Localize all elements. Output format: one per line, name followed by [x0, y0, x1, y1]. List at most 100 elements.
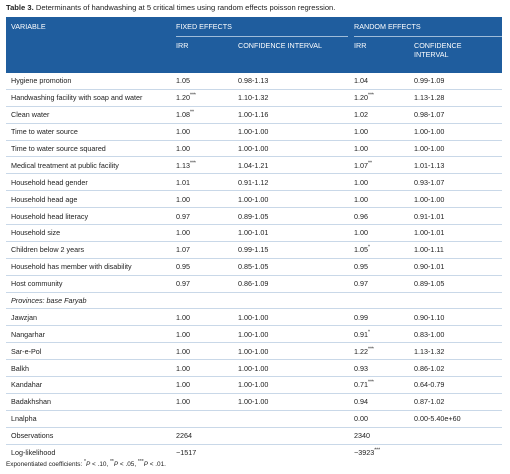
cell-fe-ci-text: 1.00-1.00 — [238, 363, 269, 373]
table-row: Provinces: base Faryab — [6, 291, 503, 309]
cell-re-irr: 1.00 — [354, 190, 415, 208]
table-row: Nangarhar 1.00 1.00-1.00 0.91* 0.83-1.00 — [6, 325, 503, 343]
cell-fe-irr-text: 0.95 — [176, 262, 190, 272]
cell-fe-irr: 2264 — [176, 426, 238, 445]
cell-re-irr: 1.00 — [354, 224, 415, 242]
cell-fe-irr: 1.00 — [176, 325, 238, 343]
cell-re-irr: 1.07** — [354, 156, 415, 174]
cell-fe-ci: 1.00-1.00 — [238, 376, 349, 394]
cell-fe-ci-text: 1.00-1.00 — [238, 346, 269, 356]
cell-fe-ci: 0.89-1.05 — [238, 207, 349, 225]
cell-variable: Household head age — [6, 190, 176, 208]
cell-variable-text: Household head literacy — [11, 211, 89, 221]
cell-re-ci-text: 1.00-1.00 — [414, 144, 445, 153]
table-row: Kandahar 1.00 1.00-1.00 0.71*** 0.64-0.79 — [6, 376, 503, 394]
cell-re-irr: 0.99 — [354, 308, 415, 326]
cell-re-irr: 0.95 — [354, 257, 415, 276]
cell-variable-text: Jawzjan — [11, 312, 37, 322]
table-footnote: Exponentiated coefficients: *P < .10, **… — [6, 459, 166, 468]
cell-fe-ci: 1.00-1.00 — [238, 308, 349, 326]
cell-variable-text: Household size — [11, 228, 61, 238]
cell-variable: Log-likelihood — [6, 443, 176, 461]
table-row: Handwashing facility with soap and water… — [6, 88, 503, 107]
cell-fe-irr — [176, 291, 238, 309]
table-row: Observations 2264 2340 — [6, 426, 503, 445]
footnote-text3: < .01. — [147, 461, 166, 468]
cell-variable: Jawzjan — [6, 308, 176, 326]
cell-fe-irr — [176, 409, 238, 428]
table-row: Sar-e-Pol 1.00 1.00-1.00 1.22*** 1.13-1.32 — [6, 342, 503, 360]
cell-variable-text: Household head gender — [11, 177, 88, 187]
table-row: Jawzjan 1.00 1.00-1.00 0.99 0.90-1.10 — [6, 308, 503, 326]
cell-re-irr-text: 1.00 — [354, 194, 369, 204]
cell-re-irr: 1.04 — [354, 73, 414, 89]
cell-re-irr-text: −3923 — [354, 448, 375, 458]
cell-fe-ci: 1.04-1.21 — [238, 156, 349, 174]
cell-variable: Time to water source — [6, 122, 176, 141]
cell-fe-irr: 1.00 — [176, 224, 238, 242]
cell-re-ci: 1.13-1.28 — [414, 88, 503, 107]
cell-re-irr: 1.05* — [354, 240, 415, 259]
cell-fe-ci-text: 1.10-1.32 — [238, 93, 269, 103]
cell-fe-ci-text: 1.00-1.16 — [238, 110, 269, 120]
cell-re-ci: 1.00-1.11 — [414, 240, 503, 259]
cell-re-ci-text: 0.99-1.09 — [414, 76, 445, 86]
cell-fe-ci: 1.00-1.00 — [238, 190, 349, 208]
cell-fe-irr-text: −1517 — [176, 448, 197, 458]
cell-variable-text: Sar-e-Pol — [11, 346, 42, 356]
cell-fe-irr-text: 1.00 — [176, 346, 190, 356]
cell-fe-irr: 1.00 — [176, 139, 238, 157]
cell-fe-ci: 1.00-1.01 — [238, 224, 349, 242]
cell-fe-irr-text: 1.08 — [176, 110, 190, 120]
table-row: Clean water 1.08** 1.00-1.16 1.02 0.98-1.07 — [6, 105, 503, 124]
cell-re-irr-text: 0.91 — [354, 329, 369, 339]
cell-fe-irr-text: 0.97 — [176, 211, 190, 221]
cell-fe-ci: 1.00-1.00 — [238, 342, 349, 360]
cell-re-ci-text: 0.90-1.01 — [414, 262, 445, 272]
cell-variable-text: Medical treatment at public facility — [11, 160, 119, 170]
cell-variable-text: Time to water source — [11, 127, 78, 137]
cell-fe-irr: 0.97 — [176, 207, 238, 225]
cell-variable: Household head literacy — [6, 207, 176, 225]
cell-re-irr: 0.96 — [354, 207, 415, 225]
cell-re-ci: 0.90-1.10 — [414, 308, 503, 326]
table-row: Lnalpha 0.00 0.00-5.40e+60 — [6, 409, 503, 428]
header-row-columns: IRR CONFIDENCE INTERVAL IRR CONFIDENCE IN… — [6, 36, 503, 73]
table-row: Household head age 1.00 1.00-1.00 1.00 1.00-… — [6, 190, 503, 208]
cell-fe-ci — [238, 409, 349, 428]
cell-fe-irr: −1517 — [176, 443, 238, 461]
cell-fe-ci-text: 0.86-1.09 — [238, 279, 269, 289]
cell-fe-ci-text: 1.00-1.00 — [238, 194, 269, 204]
header-fixed-effects: FIXED EFFECTS — [176, 17, 349, 37]
cell-re-ci-text: 1.13-1.32 — [414, 346, 445, 356]
table-row: Household head literacy 0.97 0.89-1.05 0.96… — [6, 207, 503, 225]
cell-fe-irr: 1.00 — [176, 359, 238, 377]
table-body: Hygiene promotion 1.05 0.98-1.13 1.04 0.99-1… — [6, 73, 503, 461]
cell-fe-ci: 0.99-1.15 — [238, 240, 349, 259]
table-row: Children below 2 years 1.07 0.99-1.15 1.05*… — [6, 240, 503, 259]
cell-fe-irr: 1.01 — [176, 173, 238, 191]
cell-fe-ci — [238, 291, 349, 309]
cell-re-ci-text: 0.64-0.79 — [414, 380, 445, 390]
cell-fe-irr: 1.00 — [176, 392, 238, 411]
cell-re-ci: 0.93-1.07 — [414, 173, 503, 191]
cell-variable-text: Lnalpha — [11, 414, 37, 424]
cell-re-ci: 0.90-1.01 — [414, 257, 503, 276]
cell-variable-text: Log-likelihood — [11, 448, 56, 458]
significance-marker: *** — [368, 346, 374, 353]
cell-fe-irr-text: 1.20 — [176, 93, 190, 103]
cell-re-ci: 0.89-1.05 — [414, 274, 503, 293]
significance-marker: *** — [190, 92, 196, 99]
footnote-text1: < .10, — [90, 461, 110, 468]
cell-fe-irr: 1.00 — [176, 376, 238, 394]
cell-re-ci: 0.99-1.09 — [414, 73, 502, 89]
cell-re-ci: 0.83-1.00 — [414, 325, 503, 343]
cell-variable: Provinces: base Faryab — [6, 291, 176, 309]
cell-re-ci: 1.00-1.00 — [414, 139, 503, 157]
cell-variable: Lnalpha — [6, 409, 176, 428]
table-caption: Table 3. Determinants of handwashing at … — [6, 3, 335, 12]
cell-re-ci: 1.01-1.13 — [414, 156, 503, 174]
cell-fe-irr-text: 1.00 — [176, 397, 190, 407]
cell-variable-text: Handwashing facility with soap and water — [11, 93, 143, 103]
table-row: Medical treatment at public facility 1.13… — [6, 156, 503, 174]
